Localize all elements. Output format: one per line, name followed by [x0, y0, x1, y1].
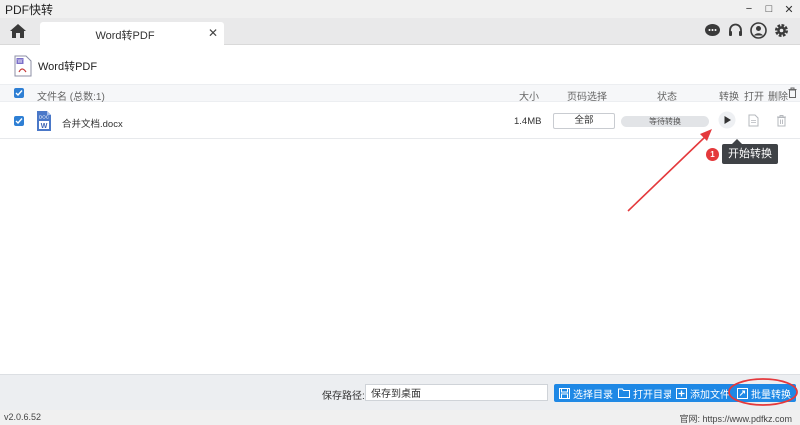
add-icon: [676, 387, 687, 399]
select-all-checkbox[interactable]: [14, 88, 24, 98]
add-file-label: 添加文件: [690, 389, 730, 401]
version-text: v2.0.6.52: [4, 412, 42, 422]
row-checkbox[interactable]: [14, 116, 24, 126]
save-path-input[interactable]: [365, 384, 548, 401]
folder-icon: [618, 388, 630, 398]
bottom-toolbar: 保存路径: 选择目录 打开目录 添加文件 批量转换: [0, 374, 800, 410]
choose-dir-label: 选择目录: [573, 389, 613, 401]
file-list-header: 文件名 (总数:1) 大小 页码选择 状态 转换 打开 删除: [0, 84, 800, 103]
headset-icon[interactable]: [727, 22, 744, 39]
col-pages: 页码选择: [567, 92, 607, 103]
file-size: 1.4MB: [514, 116, 542, 127]
svg-text:W: W: [18, 59, 23, 65]
start-convert-tooltip: 开始转换: [722, 139, 778, 164]
status-badge: 等待转换: [621, 116, 709, 127]
play-convert-icon[interactable]: [718, 111, 736, 129]
window-controls: − □ ✕: [744, 0, 794, 18]
col-size: 大小: [519, 92, 539, 103]
tab-close-icon[interactable]: ✕: [208, 26, 218, 40]
col-filename: 文件名 (总数:1): [37, 92, 105, 103]
section-header: W Word转PDF: [14, 54, 97, 78]
app-title: PDF快转: [5, 2, 54, 17]
minimize-icon[interactable]: −: [744, 3, 754, 15]
home-icon[interactable]: [9, 23, 27, 39]
add-file-button[interactable]: 添加文件: [671, 384, 735, 402]
status-bar: v2.0.6.52 官网: https://www.pdfkz.com: [0, 410, 800, 425]
col-open: 打开: [744, 92, 764, 103]
user-icon[interactable]: [750, 22, 767, 39]
batch-convert-button[interactable]: 批量转换: [732, 384, 796, 402]
tab-label: Word转PDF: [95, 30, 155, 42]
chat-icon[interactable]: [704, 22, 721, 39]
col-status: 状态: [657, 92, 677, 103]
website-link[interactable]: 官网: https://www.pdfkz.com: [679, 412, 792, 425]
step-badge: 1: [706, 148, 719, 161]
gear-icon[interactable]: [773, 22, 790, 39]
delete-all-icon[interactable]: [788, 87, 797, 98]
open-dir-button[interactable]: 打开目录: [613, 384, 678, 402]
batch-convert-icon: [737, 387, 748, 399]
word-file-icon: DOC W: [37, 111, 51, 131]
file-list-empty-area: [0, 140, 800, 375]
file-badge-letter: W: [41, 123, 48, 130]
tab-word-to-pdf[interactable]: Word转PDF ✕: [40, 22, 224, 46]
open-file-icon[interactable]: [748, 114, 759, 127]
file-name: 合并文档.docx: [62, 119, 123, 130]
batch-convert-label: 批量转换: [751, 389, 791, 401]
section-title: Word转PDF: [38, 61, 98, 73]
save-icon: [559, 387, 570, 399]
col-convert: 转换: [719, 92, 739, 103]
header-icons: [704, 22, 790, 39]
maximize-icon[interactable]: □: [764, 3, 774, 15]
file-type-label: DOC: [39, 115, 50, 120]
tab-bar: Word转PDF ✕: [0, 18, 800, 46]
word-to-pdf-icon: W: [14, 55, 32, 77]
title-bar: PDF快转 − □ ✕: [0, 0, 800, 18]
choose-dir-button[interactable]: 选择目录: [554, 384, 618, 402]
save-path-label: 保存路径:: [322, 391, 365, 402]
table-row: DOC W 合并文档.docx 1.4MB 全部 等待转换: [0, 103, 800, 139]
close-icon[interactable]: ✕: [784, 3, 794, 16]
page-select-button[interactable]: 全部: [553, 113, 615, 129]
open-dir-label: 打开目录: [633, 389, 673, 401]
col-delete: 删除: [768, 92, 788, 103]
delete-row-icon[interactable]: [776, 114, 787, 127]
